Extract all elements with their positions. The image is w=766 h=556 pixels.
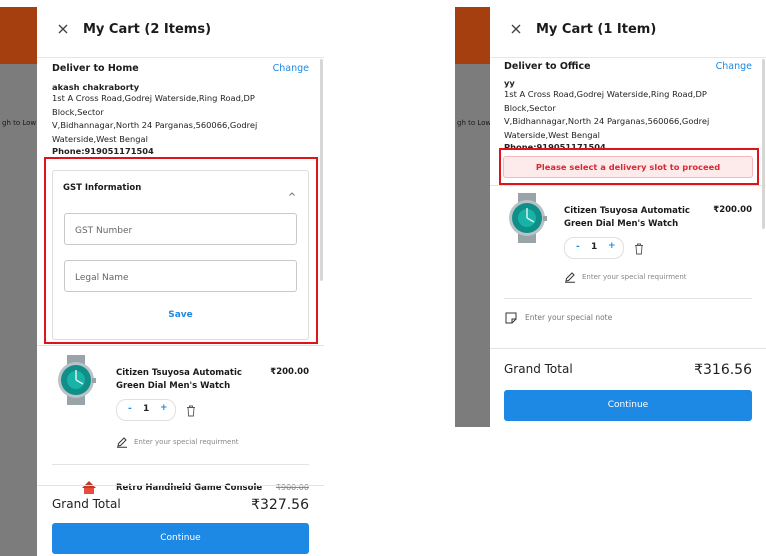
close-icon[interactable] xyxy=(57,23,71,37)
divider xyxy=(37,345,324,346)
address-line: V,Bidhannagar,North 24 Parganas,560066,G… xyxy=(504,116,710,126)
increase-qty-button[interactable]: + xyxy=(608,241,616,251)
cart-title: My Cart (1 Item) xyxy=(536,22,657,37)
decrease-qty-button[interactable]: - xyxy=(576,242,580,252)
change-address-link[interactable]: Change xyxy=(273,63,309,74)
pencil-icon xyxy=(565,272,575,283)
requirement-placeholder: Enter your special requirment xyxy=(582,273,687,281)
sort-label: gh to Low xyxy=(2,119,37,127)
requirement-placeholder: Enter your special requirment xyxy=(134,438,239,446)
scrollbar[interactable] xyxy=(762,59,765,229)
address-line: 1st A Cross Road,Godrej Waterside,Ring R… xyxy=(504,89,707,113)
grand-total-row: Grand Total ₹316.56 xyxy=(504,362,752,378)
watch-product-image xyxy=(52,355,100,405)
close-icon[interactable] xyxy=(510,23,524,37)
delivery-address: Deliver to Office Change yy 1st A Cross … xyxy=(504,61,752,152)
divider xyxy=(52,464,309,465)
address-line: Waterside,West Bengal xyxy=(504,129,600,140)
address-line: 1st A Cross Road,Godrej Waterside,Ring R… xyxy=(52,93,255,117)
scrollbar[interactable] xyxy=(320,59,323,281)
quantity-value: 1 xyxy=(591,242,598,252)
grand-total-value: ₹316.56 xyxy=(694,362,752,378)
address-line: Waterside,West Bengal xyxy=(52,133,148,144)
pencil-icon xyxy=(117,437,127,448)
increase-qty-button[interactable]: + xyxy=(160,403,168,413)
note-icon xyxy=(505,312,517,324)
delivery-address: Deliver to Home Change akash chakraborty… xyxy=(52,63,309,156)
recipient-name: yy xyxy=(504,78,515,88)
trash-icon[interactable] xyxy=(186,402,196,417)
gst-highlight-box xyxy=(44,157,318,344)
cart-header: My Cart (1 Item) xyxy=(490,7,766,58)
quantity-stepper: - 1 + xyxy=(116,399,176,421)
divider xyxy=(37,485,324,486)
address-line: V,Bidhannagar,North 24 Parganas,560066,G… xyxy=(52,120,258,130)
cart-item: Retro Handheld Game Console ₹900.00 xyxy=(52,474,309,494)
trash-icon[interactable] xyxy=(634,240,644,255)
grand-total-value: ₹327.56 xyxy=(251,497,309,513)
sort-label: gh to Low xyxy=(457,119,492,127)
continue-button[interactable]: Continue xyxy=(52,523,309,554)
special-note-placeholder: Enter your special note xyxy=(525,313,613,322)
grand-total-row: Grand Total ₹327.56 xyxy=(52,497,309,513)
deliver-to-label: Deliver to Home xyxy=(52,63,139,74)
cart-header: My Cart (2 Items) xyxy=(37,7,324,58)
cart-title: My Cart (2 Items) xyxy=(83,22,212,37)
product-price: ₹200.00 xyxy=(713,205,752,215)
quantity-value: 1 xyxy=(143,404,150,414)
change-address-link[interactable]: Change xyxy=(716,61,752,72)
divider xyxy=(490,185,766,186)
game-console-product-image xyxy=(82,481,96,494)
watch-product-image xyxy=(503,193,551,243)
phone-number: Phone:919051171504 xyxy=(52,146,154,156)
divider xyxy=(490,348,766,349)
product-name[interactable]: Citizen Tsuyosa Automatic Green Dial Men… xyxy=(564,205,704,231)
decrease-qty-button[interactable]: - xyxy=(128,404,132,414)
product-price: ₹200.00 xyxy=(270,367,309,377)
recipient-name: akash chakraborty xyxy=(52,82,140,92)
product-name[interactable]: Citizen Tsuyosa Automatic Green Dial Men… xyxy=(116,367,256,393)
continue-button[interactable]: Continue xyxy=(504,390,752,421)
right-cart-panel: My Cart (1 Item) Deliver to Office Chang… xyxy=(490,7,766,427)
divider xyxy=(504,298,752,299)
quantity-stepper: - 1 + xyxy=(564,237,624,259)
warning-highlight-box xyxy=(499,148,759,185)
